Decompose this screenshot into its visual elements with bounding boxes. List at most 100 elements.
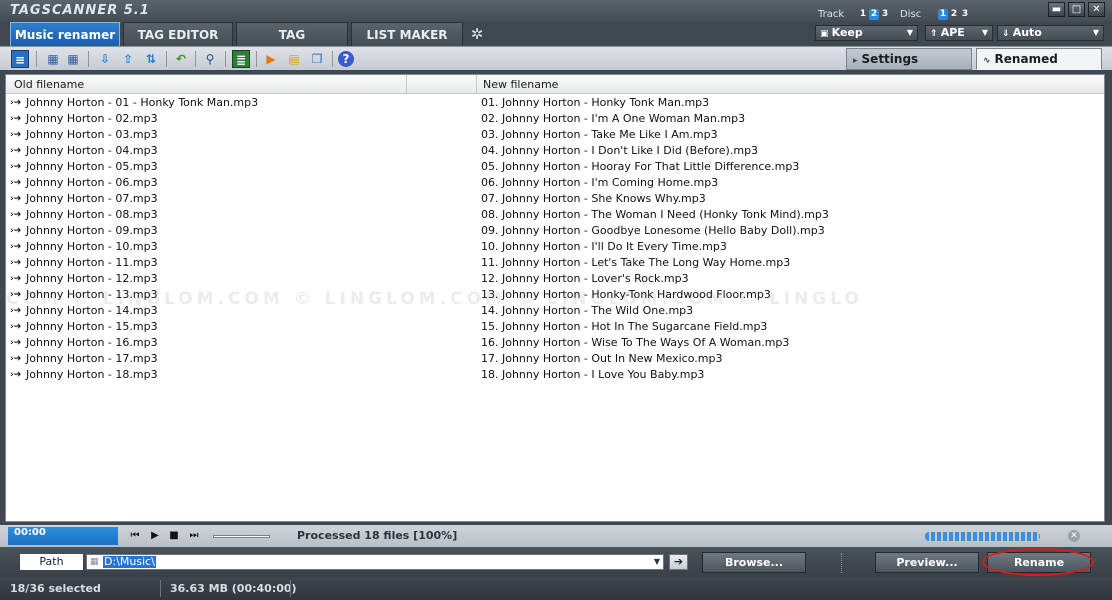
old-filename-cell: Johnny Horton - 12.mp3	[26, 272, 158, 285]
go-arrow-button[interactable]: ➔	[669, 554, 688, 570]
toolbar-separator	[166, 51, 167, 67]
toolbar-separator	[88, 51, 89, 67]
disc-selector[interactable]: 1 2 3	[938, 9, 970, 20]
tab-renamed[interactable]: ∿ Renamed	[976, 48, 1102, 70]
chevron-down-icon: ▼	[906, 28, 913, 37]
table-row[interactable]: ›➔ Johnny Horton - 11.mp3 11. Johnny Horto…	[6, 255, 1104, 271]
tab-renamed-label: Renamed	[994, 52, 1058, 66]
browse-button[interactable]: Browse...	[702, 552, 806, 573]
table-row[interactable]: ›➔ Johnny Horton - 12.mp3 12. Johnny Horto…	[6, 271, 1104, 287]
table-row[interactable]: ›➔ Johnny Horton - 07.mp3 07. Johnny Horto…	[6, 191, 1104, 207]
table-row[interactable]: ›➔ Johnny Horton - 05.mp3 05. Johnny Horto…	[6, 159, 1104, 175]
table-row[interactable]: ›➔ Johnny Horton - 08.mp3 08. Johnny Horto…	[6, 207, 1104, 223]
playlist-icon[interactable]: ▤	[285, 50, 303, 68]
track-digit-1[interactable]: 1	[858, 9, 868, 20]
cancel-icon[interactable]: ✕	[1068, 530, 1080, 542]
table-row[interactable]: ›➔ Johnny Horton - 02.mp3 02. Johnny Horto…	[6, 111, 1104, 127]
info-separator	[290, 580, 291, 597]
old-filename-cell: Johnny Horton - 01 - Honky Tonk Man.mp3	[26, 96, 259, 109]
table-row[interactable]: ›➔ Johnny Horton - 15.mp3 15. Johnny Horto…	[6, 319, 1104, 335]
tab-settings-label: Settings	[861, 52, 919, 66]
grid-view-icon[interactable]: ▦	[44, 50, 62, 68]
filter-icon[interactable]: ≣	[232, 50, 250, 68]
minimize-button[interactable]: ▬	[1048, 2, 1065, 17]
table-row[interactable]: ›➔ Johnny Horton - 16.mp3 16. Johnny Horto…	[6, 335, 1104, 351]
auto-combo[interactable]: ⇓ Auto ▼	[997, 25, 1104, 41]
tab-tag-processor[interactable]: TAG PROCESSOR	[236, 22, 348, 66]
grid-large-icon[interactable]: ▦	[64, 50, 82, 68]
track-digit-2[interactable]: 2	[869, 9, 879, 20]
file-list[interactable]: Old filename New filename ›➔ Johnny Horto…	[5, 74, 1105, 522]
close-button[interactable]: ✕	[1088, 2, 1105, 17]
play-icon[interactable]: ▶	[148, 529, 162, 543]
tab-music-renamer[interactable]: Music renamer	[10, 22, 120, 46]
track-selector[interactable]: 1 2 3	[858, 9, 890, 20]
sort-icon[interactable]: ⇅	[142, 50, 160, 68]
keep-combo[interactable]: ▣ Keep ▼	[815, 25, 918, 41]
gear-icon[interactable]: ✲	[468, 25, 486, 43]
chevron-down-icon[interactable]: ▼	[654, 555, 660, 569]
column-spacer[interactable]	[407, 75, 477, 94]
copy-icon[interactable]: ❐	[308, 50, 326, 68]
old-filename-cell: Johnny Horton - 05.mp3	[26, 160, 158, 173]
track-digit-3[interactable]: 3	[880, 9, 890, 20]
auto-combo-value: Auto	[1012, 26, 1042, 39]
grid-icon: ▦	[90, 557, 99, 567]
chevron-down-icon: ▼	[1092, 28, 1099, 37]
play-file-icon[interactable]: ▶	[262, 50, 280, 68]
column-new-filename[interactable]: New filename	[477, 75, 1104, 94]
table-row[interactable]: ›➔ Johnny Horton - 04.mp3 04. Johnny Horto…	[6, 143, 1104, 159]
keep-combo-value: Keep	[831, 26, 863, 39]
old-filename-cell: Johnny Horton - 10.mp3	[26, 240, 158, 253]
renamed-arrow-icon: ›➔	[10, 178, 22, 188]
path-input[interactable]: ▦ D:\Music\ ▼	[86, 554, 664, 570]
new-filename-cell: 01. Johnny Horton - Honky Tonk Man.mp3	[481, 96, 710, 109]
table-row[interactable]: ›➔ Johnny Horton - 18.mp3 18. Johnny Horto…	[6, 367, 1104, 383]
new-filename-cell: 08. Johnny Horton - The Woman I Need (Ho…	[481, 208, 829, 221]
help-icon[interactable]: ?	[338, 51, 354, 67]
tab-settings[interactable]: ▸ Settings	[846, 48, 972, 70]
disc-digit-1[interactable]: 1	[938, 9, 948, 20]
renamed-arrow-icon: ›➔	[10, 98, 22, 108]
stop-icon[interactable]: ■	[167, 529, 181, 543]
renamed-arrow-icon: ›➔	[10, 146, 22, 156]
table-row[interactable]: ›➔ Johnny Horton - 10.mp3 10. Johnny Horto…	[6, 239, 1104, 255]
path-value[interactable]: D:\Music\	[103, 556, 156, 568]
ape-combo[interactable]: ⇑ APE ▼	[925, 25, 993, 41]
next-icon[interactable]: ⏭	[187, 529, 201, 543]
path-bar: Path ▦ D:\Music\ ▼ ➔ Browse... Preview..…	[0, 547, 1112, 577]
tab-tag-editor-label: TAG EDITOR	[137, 28, 219, 42]
old-filename-cell: Johnny Horton - 02.mp3	[26, 112, 158, 125]
table-row[interactable]: ›➔ Johnny Horton - 01 - Honky Tonk Man.mp…	[6, 95, 1104, 111]
disc-digit-3[interactable]: 3	[960, 9, 970, 20]
table-row[interactable]: ›➔ Johnny Horton - 03.mp3 03. Johnny Horto…	[6, 127, 1104, 143]
preview-button[interactable]: Preview...	[875, 552, 979, 573]
new-filename-cell: 04. Johnny Horton - I Don't Like I Did (…	[481, 144, 759, 157]
list-view-icon[interactable]: ≡	[11, 50, 29, 68]
seek-slider[interactable]	[213, 535, 270, 538]
table-row[interactable]: ›➔ Johnny Horton - 17.mp3 17. Johnny Horto…	[6, 351, 1104, 367]
renamed-arrow-icon: ›➔	[10, 210, 22, 220]
table-row[interactable]: ›➔ Johnny Horton - 09.mp3 09. Johnny Horto…	[6, 223, 1104, 239]
table-row[interactable]: ›➔ Johnny Horton - 06.mp3 06. Johnny Horto…	[6, 175, 1104, 191]
renamed-arrow-icon: ›➔	[10, 162, 22, 172]
player-bar: 00:00 ⏮ ▶ ■ ⏭ Processed 18 files [100%] …	[0, 525, 1112, 547]
renamed-arrow-icon: ›➔	[10, 242, 22, 252]
info-separator	[160, 580, 161, 597]
new-filename-cell: 05. Johnny Horton - Hooray For That Litt…	[481, 160, 800, 173]
disc-digit-2[interactable]: 2	[949, 9, 959, 20]
disc-label: Disc	[900, 9, 922, 20]
renamed-arrow-icon: ›➔	[10, 114, 22, 124]
undo-icon[interactable]: ↶	[172, 50, 190, 68]
move-down-icon[interactable]: ⇩	[96, 50, 114, 68]
chevron-right-icon: ▸	[853, 56, 858, 66]
old-filename-cell: Johnny Horton - 18.mp3	[26, 368, 158, 381]
previous-icon[interactable]: ⏮	[128, 529, 142, 543]
column-old-filename[interactable]: Old filename	[6, 75, 407, 94]
tab-tag-editor[interactable]: TAG EDITOR	[123, 22, 233, 46]
search-icon[interactable]: ⚲	[201, 50, 219, 68]
old-filename-cell: Johnny Horton - 17.mp3	[26, 352, 158, 365]
tab-list-maker[interactable]: LIST MAKER	[351, 22, 463, 46]
move-up-icon[interactable]: ⇧	[119, 50, 137, 68]
maximize-button[interactable]: □	[1068, 2, 1085, 17]
